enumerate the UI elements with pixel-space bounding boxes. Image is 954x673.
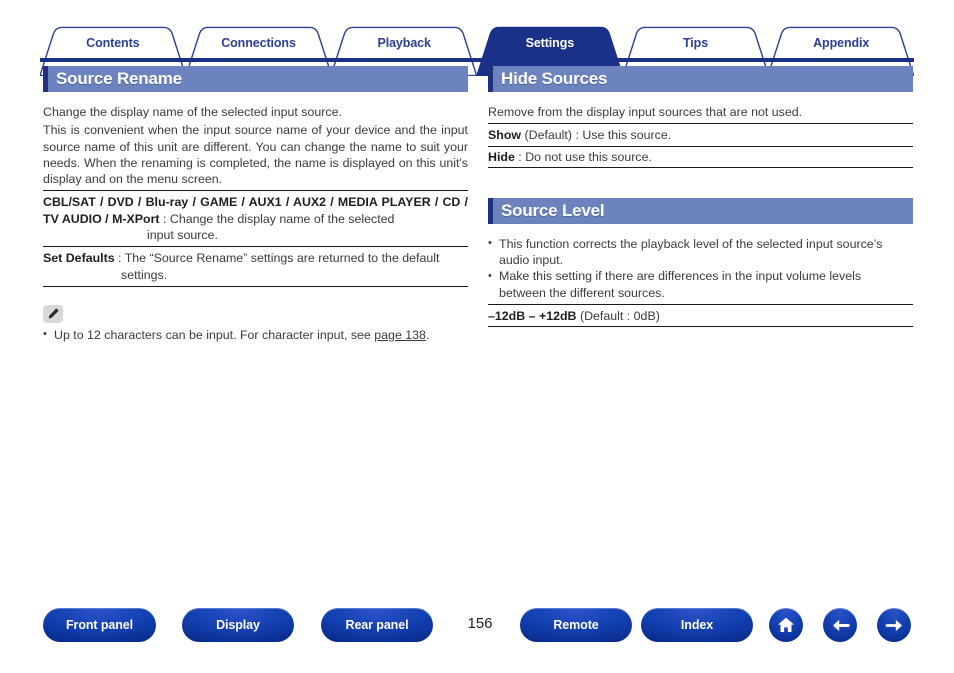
note-text: Up to 12 characters can be input. For ch… [43, 326, 468, 343]
hide-sources-intro: Remove from the display input sources th… [488, 105, 803, 119]
tab-bar-baseline [40, 58, 914, 62]
divider [488, 123, 913, 125]
divider [488, 145, 913, 147]
bullet-text-2: Make this setting if there are differenc… [499, 269, 862, 284]
divider [43, 190, 468, 192]
section-title-source-level: Source Level [501, 200, 605, 220]
tab-label: Tips [682, 36, 709, 50]
pencil-icon [43, 304, 63, 323]
entry-source-level-range: –12dB – +12dB (Default : 0dB) [488, 308, 913, 324]
tab-list: Contents Connections Playback Settings Tips A… [40, 26, 914, 76]
previous-page-button[interactable] [823, 608, 857, 642]
note-block: Up to 12 characters can be input. For ch… [43, 304, 468, 343]
entry-description-show: Use this source. [582, 128, 672, 143]
tab-contents[interactable]: Contents [40, 26, 186, 76]
entry-description-cont-source-list: input source. [147, 228, 218, 243]
entry-separator: : [114, 251, 125, 266]
section-header-source-level: Source Level [488, 197, 913, 224]
rear-panel-button[interactable]: Rear panel [321, 608, 433, 642]
source-rename-intro-line-2: This is convenient when the input source… [43, 123, 468, 187]
front-panel-button[interactable]: Front panel [43, 608, 156, 642]
entry-separator: : [572, 128, 583, 143]
section-header-source-rename: Source Rename [43, 66, 468, 92]
next-page-button[interactable] [877, 608, 911, 642]
home-icon-button[interactable] [769, 608, 803, 642]
next-arrow-icon [885, 619, 902, 631]
tab-tips[interactable]: Tips [622, 26, 769, 76]
page-number: 156 [467, 615, 493, 632]
section-title-hide-sources: Hide Sources [501, 69, 608, 88]
tab-label: Settings [525, 36, 575, 50]
entry-show: Show (Default) : Use this source. [488, 127, 913, 143]
entry-qualifier-show: (Default) [521, 128, 573, 143]
display-button[interactable]: Display [182, 608, 294, 642]
entry-term-set-defaults: Set Defaults [43, 251, 115, 266]
list-item: This function corrects the playback leve… [488, 235, 913, 269]
tab-connections[interactable]: Connections [185, 26, 332, 76]
page-138-link[interactable]: page 138 [374, 328, 426, 342]
tab-label: Appendix [813, 36, 870, 50]
divider [43, 246, 468, 248]
entry-description-cont-set-defaults: settings. [121, 267, 168, 282]
footer-bar: Front panel Display Rear panel 156 Remot… [0, 608, 954, 650]
note-text-after-link: . [425, 327, 430, 342]
entry-description-source-list: Change the display name of the selected [169, 211, 395, 226]
tab-label: Playback [377, 36, 431, 50]
tab-label: Connections [221, 36, 296, 50]
entry-description-set-defaults: The “Source Rename” settings are returne… [124, 251, 440, 266]
divider [488, 326, 913, 328]
section-title-source-rename: Source Rename [56, 69, 182, 88]
tab-playback[interactable]: Playback [331, 26, 477, 76]
entry-hide: Hide : Do not use this source. [488, 149, 913, 165]
entry-term-source-level-range: –12dB – +12dB [488, 309, 577, 324]
tab-appendix[interactable]: Appendix [768, 26, 914, 76]
remote-button[interactable]: Remote [520, 608, 632, 642]
entry-term-hide: Hide [488, 149, 515, 164]
entry-description-hide: Do not use this source. [525, 149, 652, 164]
previous-arrow-icon [832, 619, 850, 631]
list-item: Make this setting if there are differenc… [488, 268, 913, 301]
home-icon [778, 617, 794, 632]
section-header-hide-sources: Hide Sources [488, 66, 913, 92]
divider [43, 285, 468, 287]
bullet-text-2-cont: between the different sources. [499, 285, 665, 300]
divider [488, 304, 913, 306]
bullet-text-1-cont: audio input. [499, 253, 564, 268]
divider [488, 166, 913, 168]
source-rename-intro-line-1: Change the display name of the selected … [43, 105, 342, 119]
left-column: Source Rename Change the display name of… [43, 66, 468, 343]
entry-set-defaults: Set Defaults : The “Source Rename” setti… [43, 250, 468, 283]
entry-separator: : [514, 149, 526, 164]
tab-label: Contents [86, 36, 140, 50]
source-level-bullet-list: This function corrects the playback leve… [488, 235, 913, 301]
note-text-before-link: Up to 12 characters can be input. For ch… [54, 327, 375, 342]
right-column: Hide Sources Remove from the display inp… [488, 66, 913, 329]
tab-bar: Contents Connections Playback Settings Tips A… [40, 26, 914, 76]
index-button[interactable]: Index [641, 608, 753, 642]
entry-source-list: CBL/SAT / DVD / Blu-ray / GAME / AUX1 / … [43, 194, 468, 243]
bullet-text-1: This function corrects the playback leve… [499, 236, 883, 251]
tab-settings[interactable]: Settings [477, 26, 623, 76]
entry-detail-source-level-range: (Default : 0dB) [576, 309, 660, 324]
entry-term-show: Show [488, 128, 522, 143]
entry-separator: : [159, 211, 170, 226]
